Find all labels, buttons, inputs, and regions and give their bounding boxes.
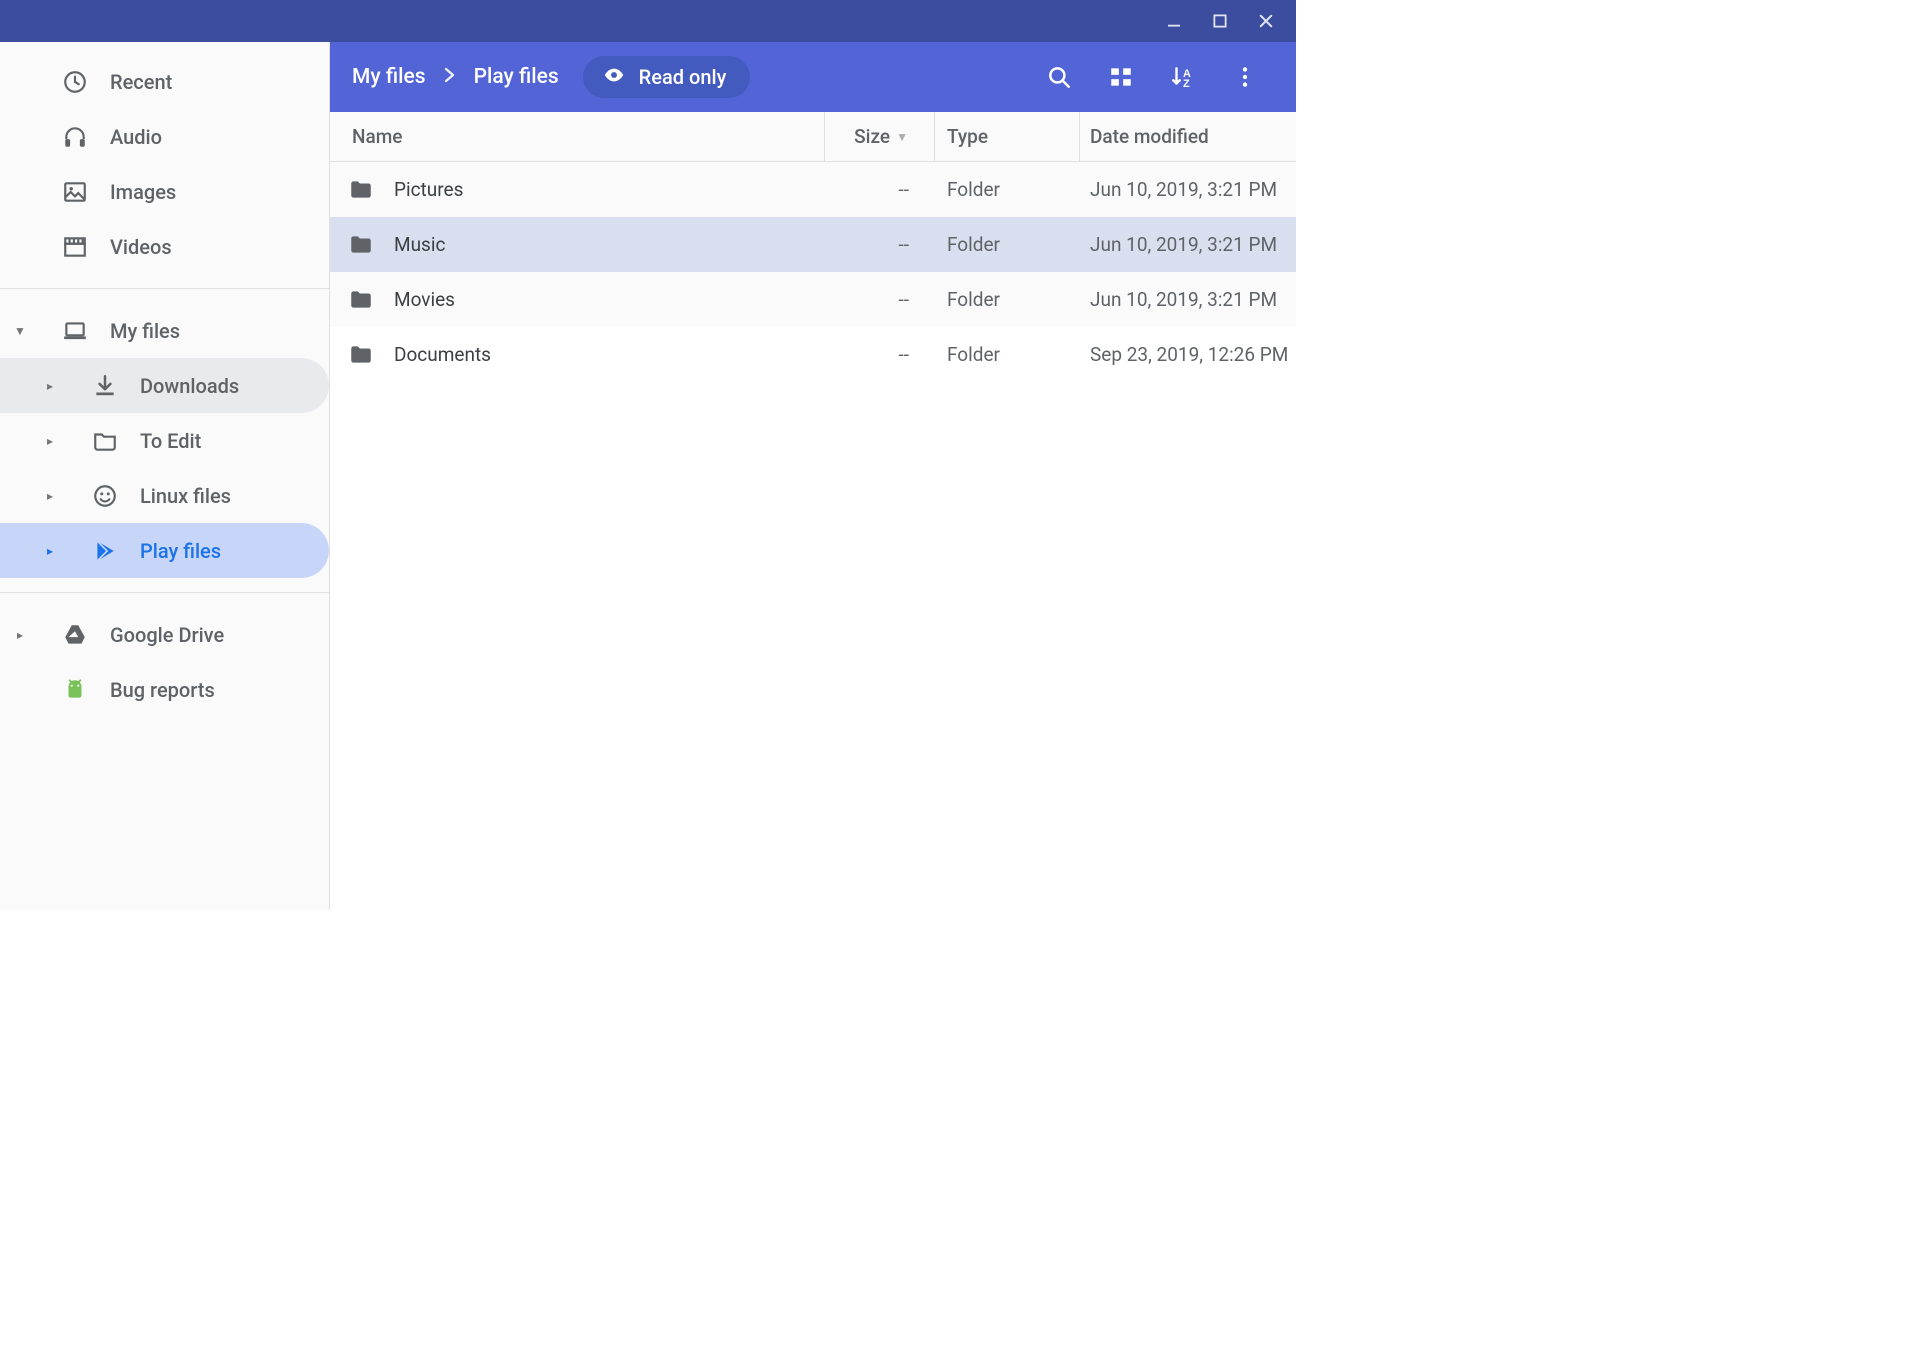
grid-view-icon	[1108, 64, 1134, 90]
sidebar-item-label: Images	[110, 180, 329, 204]
breadcrumb-item-playfiles[interactable]: Play files	[474, 65, 559, 89]
sidebar: ▸ Recent ▸ Audio ▸ Images ▸ Video	[0, 42, 330, 910]
sidebar-item-google-drive[interactable]: ▸ Google Drive	[0, 607, 329, 662]
file-row[interactable]: Music --FolderJun 10, 2019, 3:21 PM	[330, 217, 1296, 272]
file-row[interactable]: Movies --FolderJun 10, 2019, 3:21 PM	[330, 272, 1296, 327]
sidebar-item-label: Linux files	[140, 484, 329, 508]
file-date: Jun 10, 2019, 3:21 PM	[1080, 233, 1296, 256]
file-type: Folder	[935, 233, 1080, 256]
file-name: Documents	[394, 343, 491, 366]
read-only-badge: Read only	[583, 56, 751, 98]
sidebar-item-label: Audio	[110, 125, 329, 149]
file-type: Folder	[935, 343, 1080, 366]
file-type: Folder	[935, 288, 1080, 311]
column-header-row: Name Size▼ Type Date modified	[330, 112, 1296, 162]
window-close-button[interactable]	[1246, 1, 1286, 41]
sidebar-item-videos[interactable]: ▸ Videos	[0, 219, 329, 274]
sidebar-item-audio[interactable]: ▸ Audio	[0, 109, 329, 164]
column-header-type[interactable]: Type	[935, 112, 1080, 161]
file-size: --	[825, 288, 935, 311]
sidebar-item-label: My files	[110, 319, 329, 343]
file-name: Pictures	[394, 178, 463, 201]
column-header-size[interactable]: Size▼	[825, 112, 935, 161]
search-icon	[1046, 64, 1072, 90]
window-titlebar	[0, 0, 1296, 42]
folder-icon	[348, 342, 374, 368]
column-header-date[interactable]: Date modified	[1080, 112, 1296, 161]
folder-icon	[348, 232, 374, 258]
headphones-icon	[62, 124, 88, 150]
expand-icon[interactable]: ▸	[30, 379, 70, 393]
maximize-icon	[1211, 12, 1229, 30]
sort-desc-icon: ▼	[896, 130, 908, 144]
sort-az-icon: AZ	[1170, 64, 1196, 90]
column-header-name[interactable]: Name	[330, 112, 825, 161]
expand-icon[interactable]: ▸	[30, 489, 70, 503]
file-size: --	[825, 178, 935, 201]
google-drive-icon	[62, 622, 88, 648]
sidebar-divider	[0, 592, 329, 593]
linux-icon	[92, 483, 118, 509]
app-shell: ▸ Recent ▸ Audio ▸ Images ▸ Video	[0, 42, 1296, 910]
sort-button[interactable]: AZ	[1156, 50, 1210, 104]
clock-icon	[62, 69, 88, 95]
svg-text:Z: Z	[1183, 78, 1190, 90]
android-icon	[62, 677, 88, 703]
window-minimize-button[interactable]	[1154, 1, 1194, 41]
sidebar-item-label: Videos	[110, 235, 329, 259]
folder-icon	[348, 177, 374, 203]
sidebar-item-downloads[interactable]: ▸ Downloads	[0, 358, 329, 413]
file-name: Movies	[394, 288, 455, 311]
file-row[interactable]: Pictures --FolderJun 10, 2019, 3:21 PM	[330, 162, 1296, 217]
file-size: --	[825, 233, 935, 256]
collapse-icon[interactable]: ▼	[0, 324, 40, 338]
more-vert-icon	[1232, 64, 1258, 90]
file-date: Sep 23, 2019, 12:26 PM	[1080, 343, 1296, 366]
expand-icon[interactable]: ▸	[0, 628, 40, 642]
folder-outline-icon	[92, 428, 118, 454]
eye-icon	[603, 64, 625, 91]
minimize-icon	[1165, 12, 1183, 30]
breadcrumb: My files Play files	[352, 65, 559, 89]
expand-icon[interactable]: ▸	[30, 544, 70, 558]
file-list: Pictures--FolderJun 10, 2019, 3:21 PMMus…	[330, 162, 1296, 382]
sidebar-item-bug-reports[interactable]: ▸ Bug reports	[0, 662, 329, 717]
google-play-icon	[92, 538, 118, 564]
file-type: Folder	[935, 178, 1080, 201]
close-icon	[1257, 12, 1275, 30]
view-toggle-button[interactable]	[1094, 50, 1148, 104]
sidebar-item-label: To Edit	[140, 429, 329, 453]
sidebar-item-myfiles[interactable]: ▼ My files	[0, 303, 329, 358]
chevron-right-icon	[444, 65, 456, 89]
sidebar-item-label: Play files	[140, 539, 329, 563]
sidebar-item-images[interactable]: ▸ Images	[0, 164, 329, 219]
sidebar-item-linux-files[interactable]: ▸ Linux files	[0, 468, 329, 523]
search-button[interactable]	[1032, 50, 1086, 104]
expand-icon[interactable]: ▸	[30, 434, 70, 448]
folder-icon	[348, 287, 374, 313]
main-pane: My files Play files Read only AZ	[330, 42, 1296, 910]
toolbar: My files Play files Read only AZ	[330, 42, 1296, 112]
image-icon	[62, 179, 88, 205]
download-icon	[92, 373, 118, 399]
sidebar-item-play-files[interactable]: ▸ Play files	[0, 523, 329, 578]
more-options-button[interactable]	[1218, 50, 1272, 104]
file-date: Jun 10, 2019, 3:21 PM	[1080, 288, 1296, 311]
sidebar-item-recent[interactable]: ▸ Recent	[0, 54, 329, 109]
sidebar-item-label: Bug reports	[110, 678, 329, 702]
sidebar-item-label: Recent	[110, 70, 329, 94]
file-size: --	[825, 343, 935, 366]
file-name: Music	[394, 233, 445, 256]
laptop-icon	[62, 318, 88, 344]
breadcrumb-item-myfiles[interactable]: My files	[352, 65, 426, 89]
file-date: Jun 10, 2019, 3:21 PM	[1080, 178, 1296, 201]
sidebar-item-to-edit[interactable]: ▸ To Edit	[0, 413, 329, 468]
clapperboard-icon	[62, 234, 88, 260]
window-maximize-button[interactable]	[1200, 1, 1240, 41]
read-only-label: Read only	[639, 65, 727, 89]
file-row[interactable]: Documents --FolderSep 23, 2019, 12:26 PM	[330, 327, 1296, 382]
sidebar-item-label: Google Drive	[110, 623, 329, 647]
sidebar-item-label: Downloads	[140, 374, 329, 398]
sidebar-divider	[0, 288, 329, 289]
